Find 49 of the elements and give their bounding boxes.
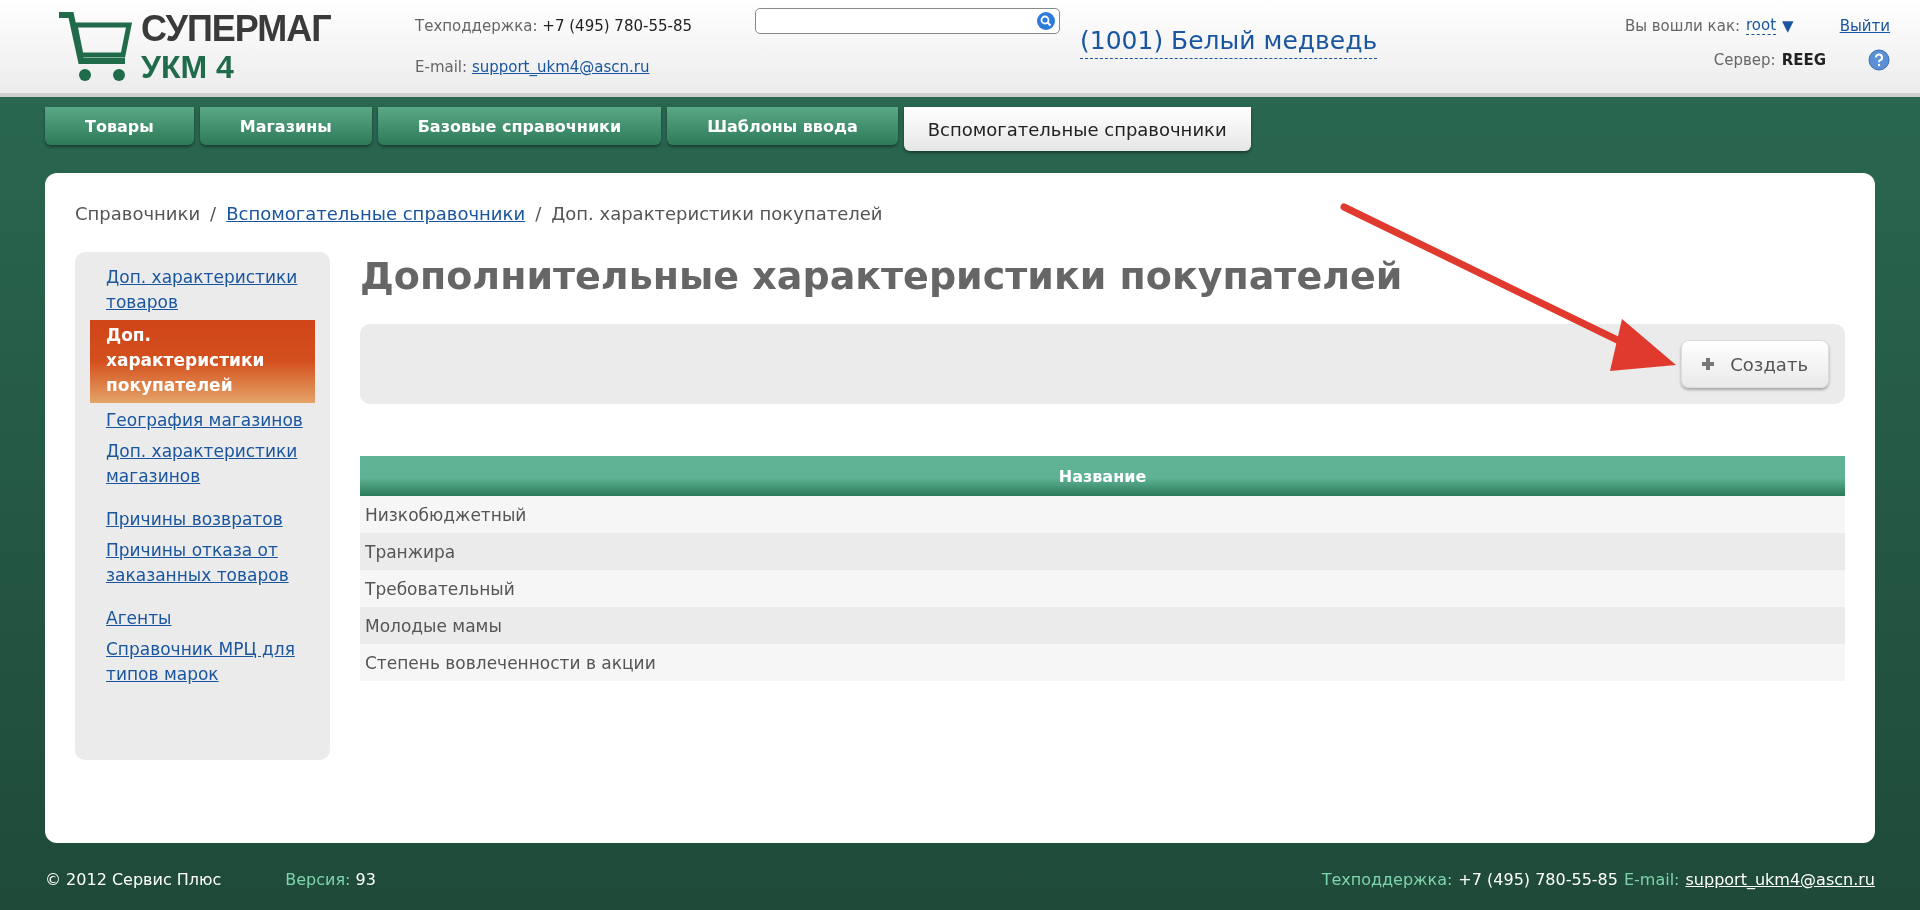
nav-tab[interactable]: Вспомогательные справочники xyxy=(903,107,1251,151)
table-cell: Транжира xyxy=(360,533,1845,570)
breadcrumb-separator: / xyxy=(535,203,542,224)
logo-subtitle: УКМ 4 xyxy=(141,50,235,83)
store-selector[interactable]: (1001) Белый медведь xyxy=(1080,26,1378,59)
version-number: 93 xyxy=(355,870,376,889)
support-phone: +7 (495) 780-55-85 xyxy=(542,17,692,36)
create-button[interactable]: Создать xyxy=(1681,340,1829,388)
sidebar-item[interactable]: Агенты xyxy=(90,605,315,632)
sidebar-item[interactable]: Доп. характеристики покупателей xyxy=(90,320,315,403)
sidebar-item[interactable]: География магазинов xyxy=(90,407,315,434)
server-name: REEG xyxy=(1781,51,1826,69)
sidebar-item[interactable]: Причины возвратов xyxy=(90,506,315,533)
caret-icon[interactable]: ▼ xyxy=(1782,16,1794,35)
help-icon[interactable] xyxy=(1868,49,1890,71)
breadcrumb-separator: / xyxy=(210,203,217,224)
search-field[interactable] xyxy=(755,8,1060,34)
sidebar-item[interactable]: Доп. характеристики товаров xyxy=(90,264,315,316)
breadcrumb-link[interactable]: Вспомогательные справочники xyxy=(226,203,526,224)
user-menu[interactable]: root xyxy=(1746,16,1777,35)
plus-icon xyxy=(1702,358,1715,370)
email-label: E-mail: xyxy=(415,57,468,76)
support-label: Техподдержка: xyxy=(415,17,538,36)
email-label: E-mail: xyxy=(1623,870,1680,889)
table-cell: Молодые мамы xyxy=(360,607,1845,644)
table-cell: Требовательный xyxy=(360,570,1845,607)
support-label: Техподдержка: xyxy=(1321,870,1453,889)
server-label: Сервер: xyxy=(1713,51,1776,69)
nav-tab[interactable]: Шаблоны ввода xyxy=(667,107,898,145)
breadcrumb-item: Доп. характеристики покупателей xyxy=(551,203,883,224)
sidebar-item[interactable]: Доп. характеристики магазинов xyxy=(90,438,315,490)
email-link[interactable]: support_ukm4@ascn.ru xyxy=(1685,870,1875,889)
user-label: Вы вошли как: xyxy=(1624,16,1740,35)
nav-tab[interactable]: Товары xyxy=(45,107,194,145)
logout-link[interactable]: Выйти xyxy=(1839,16,1890,35)
sidebar-item[interactable]: Справочник МРЦ для типов марок xyxy=(90,636,315,688)
table-cell: Низкобюджетный xyxy=(360,496,1845,533)
breadcrumb-item: Справочники xyxy=(75,203,201,224)
email-link[interactable]: support_ukm4@ascn.ru xyxy=(471,57,650,76)
table-cell: Степень вовлеченности в акции xyxy=(360,644,1845,681)
logo-title: СУПЕРМАГ xyxy=(141,10,331,47)
page-title: Дополнительные характеристики покупателей xyxy=(360,253,1404,300)
nav-tab[interactable]: Базовые справочники xyxy=(377,107,662,145)
copyright-text: © 2012 Сервис Плюс xyxy=(45,870,222,889)
support-phone: +7 (495) 780-55-85 xyxy=(1458,870,1618,889)
nav-tab[interactable]: Магазины xyxy=(199,107,372,145)
search-icon[interactable] xyxy=(1037,12,1055,30)
version-label: Версия: xyxy=(285,870,351,889)
sidebar-item[interactable]: Причины отказа от заказанных товаров xyxy=(90,537,315,589)
